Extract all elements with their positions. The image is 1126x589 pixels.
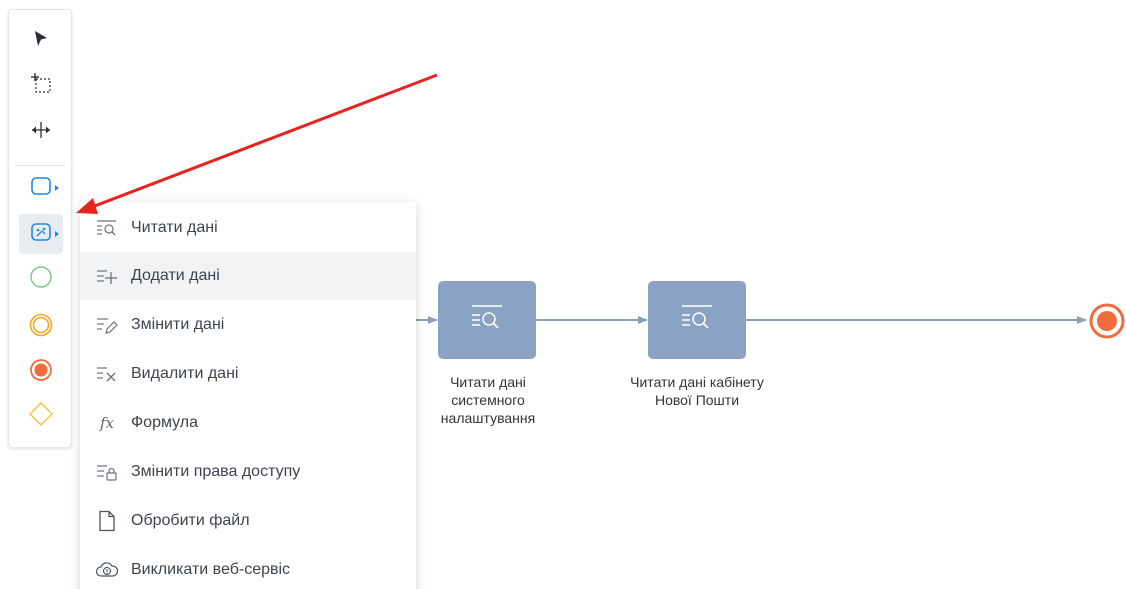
menu-item-label: Змінити дані xyxy=(131,316,225,333)
menu-item-process-file[interactable]: Обробити файл xyxy=(80,497,416,545)
read-data-icon xyxy=(470,303,504,338)
lasso-select-icon xyxy=(28,71,54,102)
file-icon xyxy=(95,509,119,533)
gateway-icon xyxy=(28,401,54,432)
web-service-icon xyxy=(95,558,119,582)
task-shape-button[interactable] xyxy=(19,168,63,208)
menu-item-label: Формула xyxy=(131,414,199,431)
menu-item-formula[interactable]: fx Формула xyxy=(80,399,416,447)
menu-item-call-web-service[interactable]: Викликати веб-сервіс xyxy=(80,546,416,589)
edit-data-icon xyxy=(95,313,119,337)
task-read-nova-poshta-cabinet[interactable] xyxy=(648,281,746,359)
end-event-icon xyxy=(29,358,53,387)
access-rights-icon xyxy=(95,460,119,484)
menu-item-label: Обробити файл xyxy=(131,512,250,529)
process-designer-canvas[interactable]: Читати дані системного налаштування Чита… xyxy=(0,0,1126,589)
menu-item-label: Видалити дані xyxy=(131,365,239,382)
menu-item-label: Змінити права доступу xyxy=(131,463,301,480)
expand-caret-icon xyxy=(55,185,59,191)
pointer-arrow-icon xyxy=(31,29,51,54)
start-event-icon xyxy=(29,265,53,294)
add-data-icon xyxy=(95,264,119,288)
data-task-shape-button[interactable] xyxy=(19,214,63,254)
intermediate-event-icon xyxy=(29,313,53,342)
element-palette-toolbar xyxy=(8,9,72,448)
lasso-tool-button[interactable] xyxy=(19,66,63,106)
data-task-shape-icon xyxy=(30,221,52,248)
menu-item-read-data[interactable]: Читати дані xyxy=(80,204,416,252)
menu-item-delete-data[interactable]: Видалити дані xyxy=(80,350,416,398)
end-event-button[interactable] xyxy=(19,352,63,392)
gateway-button[interactable] xyxy=(19,396,63,436)
delete-data-icon xyxy=(95,362,119,386)
formula-glyph: fx xyxy=(99,414,114,432)
space-tool-icon xyxy=(30,119,52,146)
task-label: Читати дані кабінету Нової Пошти xyxy=(630,374,764,408)
task-label: Читати дані системного налаштування xyxy=(440,374,536,426)
task-shape-icon xyxy=(30,175,52,202)
formula-icon: fx xyxy=(95,411,119,435)
menu-item-edit-data[interactable]: Змінити дані xyxy=(80,301,416,349)
toolbar-divider xyxy=(15,165,65,166)
end-event[interactable] xyxy=(1087,301,1126,341)
menu-item-label: Додати дані xyxy=(131,267,220,284)
menu-item-add-data[interactable]: Додати дані xyxy=(80,252,416,300)
read-data-icon xyxy=(680,303,714,338)
pointer-tool-button[interactable] xyxy=(19,21,63,61)
space-tool-button[interactable] xyxy=(19,112,63,152)
task-read-system-settings[interactable] xyxy=(438,281,536,359)
menu-item-label: Читати дані xyxy=(131,219,218,236)
menu-item-label: Викликати веб-сервіс xyxy=(131,561,291,578)
menu-item-access-rights[interactable]: Змінити права доступу xyxy=(80,448,416,496)
expand-caret-icon xyxy=(55,231,59,237)
start-event-button[interactable] xyxy=(19,259,63,299)
intermediate-event-button[interactable] xyxy=(19,307,63,347)
data-task-type-menu: Читати дані Додати дані Змінити дані Вид… xyxy=(80,202,416,589)
read-data-icon xyxy=(95,216,119,240)
